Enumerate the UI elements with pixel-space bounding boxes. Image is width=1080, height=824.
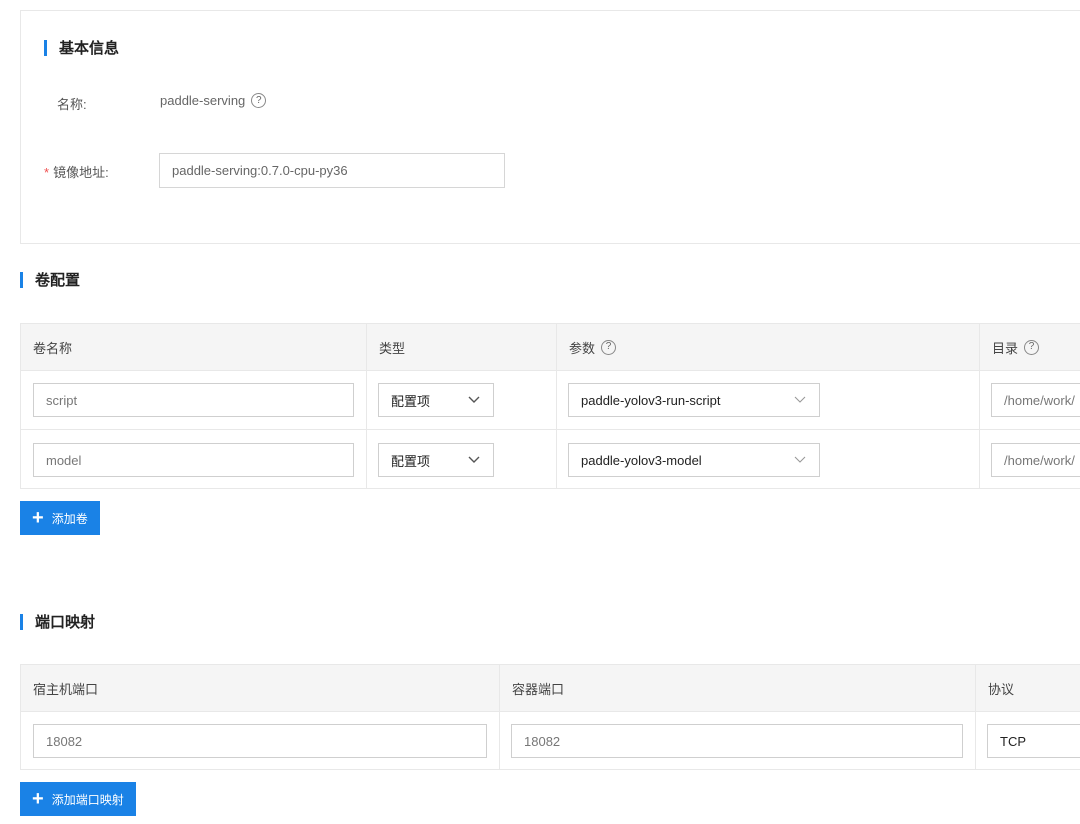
select-value: TCP (1000, 733, 1026, 749)
port-table-header: 宿主机端口 容器端口 协议 (21, 664, 1080, 711)
col-param-text: 参数 (569, 340, 596, 356)
select-value: paddle-yolov3-model (581, 452, 702, 468)
volume-dir-input[interactable]: /home/work/ (991, 383, 1080, 417)
select-value: paddle-yolov3-run-script (581, 392, 721, 408)
volume-param-select[interactable]: paddle-yolov3-run-script (568, 383, 820, 417)
divider (979, 371, 980, 429)
chevron-down-icon (793, 455, 807, 465)
protocol-select[interactable]: TCP (987, 724, 1080, 758)
name-label: 名称: (57, 97, 87, 112)
col-type: 类型 (366, 324, 556, 370)
add-volume-button[interactable]: + 添加卷 (20, 501, 100, 535)
volume-dir-input[interactable]: /home/work/ (991, 443, 1080, 477)
image-address-input[interactable]: paddle-serving:0.7.0-cpu-py36 (159, 153, 505, 188)
volume-table-header: 卷名称 类型 参数 ? 目录 ? (21, 323, 1080, 370)
section-title-text: 卷配置 (35, 272, 81, 289)
col-dir-text: 目录 (992, 340, 1019, 356)
required-asterisk: * (44, 165, 50, 180)
help-icon[interactable]: ? (601, 339, 617, 355)
port-mapping-title: 端口映射 (20, 611, 95, 632)
basic-info-card: 基本信息 名称: paddle-serving ? * 镜像地址: paddle-… (20, 10, 1080, 244)
plus-icon: + (32, 507, 44, 529)
section-accent-bar (44, 39, 47, 56)
help-icon[interactable]: ? (251, 93, 267, 108)
section-title-text: 基本信息 (59, 40, 120, 57)
divider (556, 371, 557, 429)
section-accent-bar (20, 613, 23, 630)
chevron-down-icon (467, 395, 481, 405)
section-title-text: 端口映射 (35, 614, 96, 631)
volume-name-input[interactable]: script (33, 383, 354, 417)
host-port-input[interactable]: 18082 (33, 724, 487, 758)
table-row: model 配置项 paddle-yolov3-model /home/work… (21, 429, 1080, 489)
volume-name-input[interactable]: model (33, 443, 354, 477)
image-label-text: 镜像地址: (53, 165, 109, 180)
chevron-down-icon (467, 455, 481, 465)
basic-info-title: 基本信息 (44, 37, 119, 58)
chevron-down-icon (793, 395, 807, 405)
divider (366, 430, 367, 488)
table-row: script 配置项 paddle-yolov3-run-script /hom… (21, 370, 1080, 429)
plus-icon: + (32, 788, 44, 810)
divider (979, 430, 980, 488)
divider (366, 371, 367, 429)
button-label: 添加卷 (51, 511, 88, 526)
volume-table: 卷名称 类型 参数 ? 目录 ? script 配置项 paddle-yolov… (20, 323, 1080, 489)
volume-param-select[interactable]: paddle-yolov3-model (568, 443, 820, 477)
volume-config-title: 卷配置 (20, 269, 80, 290)
divider (499, 712, 500, 769)
add-port-mapping-button[interactable]: + 添加端口映射 (20, 782, 136, 816)
col-volume-name: 卷名称 (33, 340, 73, 356)
volume-type-select[interactable]: 配置项 (378, 383, 494, 417)
image-label: * 镜像地址: (44, 162, 109, 181)
col-param: 参数 ? (556, 324, 979, 370)
col-protocol: 协议 (975, 665, 1080, 711)
button-label: 添加端口映射 (51, 792, 124, 807)
table-row: 18082 18082 TCP (21, 711, 1080, 770)
divider (975, 712, 976, 769)
select-value: 配置项 (391, 453, 431, 469)
container-port-input[interactable]: 18082 (511, 724, 963, 758)
divider (556, 430, 557, 488)
name-value-group: paddle-serving ? (160, 93, 267, 108)
help-icon[interactable]: ? (1024, 339, 1040, 355)
section-accent-bar (20, 271, 23, 288)
select-value: 配置项 (391, 393, 431, 409)
name-value: paddle-serving (160, 93, 246, 108)
volume-type-select[interactable]: 配置项 (378, 443, 494, 477)
col-container-port: 容器端口 (499, 665, 975, 711)
col-dir: 目录 ? (979, 324, 1080, 370)
col-host-port: 宿主机端口 (33, 681, 99, 697)
port-table: 宿主机端口 容器端口 协议 18082 18082 TCP (20, 664, 1080, 770)
